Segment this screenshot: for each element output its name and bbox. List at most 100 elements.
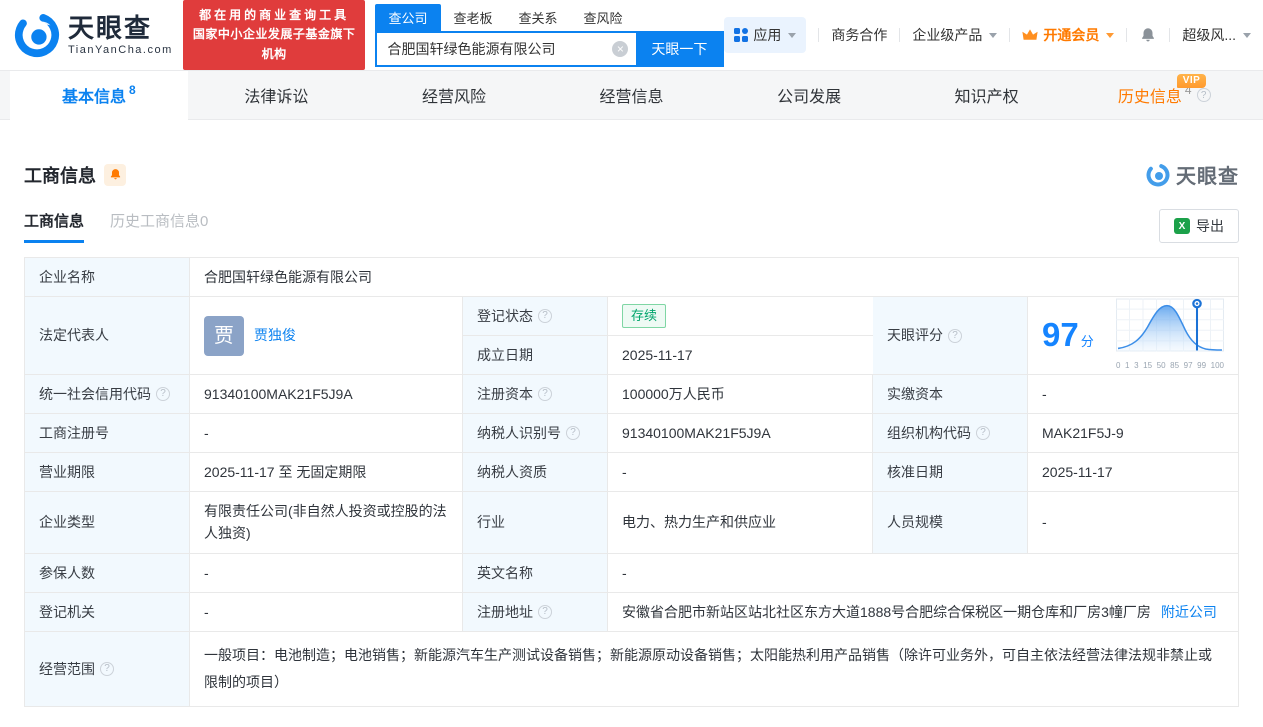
- help-icon[interactable]: [538, 309, 552, 323]
- tab-legal-proceedings[interactable]: 法律诉讼: [188, 71, 366, 120]
- nav-enterprise-products[interactable]: 企业级产品: [912, 25, 997, 45]
- field-label-company-name: 企业名称: [25, 258, 190, 297]
- field-value-company-name: 合肥国轩绿色能源有限公司: [190, 258, 1238, 297]
- nav-super-risk-label: 超级风...: [1182, 25, 1236, 45]
- nav-super-risk[interactable]: 超级风...: [1182, 25, 1251, 45]
- tianyancha-logo-icon: [14, 12, 60, 58]
- subtab-business-info[interactable]: 工商信息: [24, 210, 84, 243]
- search-tabs: 查公司 查老板 查关系 查风险: [375, 4, 724, 31]
- tab-basic-info[interactable]: 基本信息 8: [10, 71, 188, 120]
- help-icon[interactable]: [566, 426, 580, 440]
- table-row: 工商注册号 - 纳税人识别号 91340100MAK21F5J9A 组织机构代码…: [25, 414, 1238, 453]
- table-subrow: 登记状态 存续: [463, 297, 873, 336]
- field-label-industry: 行业: [463, 492, 608, 554]
- company-section-tabs: 基本信息 8 法律诉讼 经营风险 经营信息 公司发展 知识产权 VIP 历史信息…: [0, 70, 1263, 120]
- table-row: 登记机关 - 注册地址 安徽省合肥市新站区站北社区东方大道1888号合肥综合保税…: [25, 593, 1238, 632]
- search-tab-company[interactable]: 查公司: [375, 4, 440, 31]
- avatar[interactable]: 贾: [204, 316, 244, 356]
- tianyancha-logo[interactable]: 天眼查 TianYanCha.com: [14, 12, 173, 58]
- subscribe-bell-icon[interactable]: [104, 164, 126, 186]
- field-label-insured-count: 参保人数: [25, 554, 190, 593]
- tab-operating-risk[interactable]: 经营风险: [365, 71, 543, 120]
- field-label-registration-number: 工商注册号: [25, 414, 190, 453]
- field-value-insured-count: -: [190, 554, 463, 593]
- field-value-legal-representative: 贾 贾独俊: [190, 297, 463, 375]
- search-area: 查公司 查老板 查关系 查风险 天眼一下: [375, 4, 724, 67]
- table-row: 企业名称 合肥国轩绿色能源有限公司: [25, 258, 1238, 297]
- field-value-taxpayer-id: 91340100MAK21F5J9A: [608, 414, 873, 453]
- notification-bell-icon[interactable]: [1139, 26, 1157, 44]
- nav-enterprise-label: 企业级产品: [912, 25, 982, 45]
- field-value-organization-code: MAK21F5J-9: [1028, 414, 1238, 453]
- search-tab-relation[interactable]: 查关系: [506, 4, 571, 31]
- nav-vip-label: 开通会员: [1043, 25, 1099, 45]
- field-value-company-type: 有限责任公司(非自然人投资或控股的法人独资): [190, 492, 463, 554]
- nav-business-cooperation[interactable]: 商务合作: [831, 25, 887, 45]
- table-row: 营业期限 2025-11-17 至 无固定期限 纳税人资质 - 核准日期 202…: [25, 453, 1238, 492]
- chevron-down-icon: [989, 33, 997, 38]
- field-label-registered-capital: 注册资本: [463, 375, 608, 414]
- table-row: 参保人数 - 英文名称 -: [25, 554, 1238, 593]
- field-value-staff-size: -: [1028, 492, 1238, 554]
- tab-operating-info[interactable]: 经营信息: [543, 71, 721, 120]
- help-icon[interactable]: [538, 605, 552, 619]
- nav-open-vip[interactable]: 开通会员: [1022, 25, 1114, 45]
- help-icon[interactable]: [156, 387, 170, 401]
- field-value-business-term: 2025-11-17 至 无固定期限: [190, 453, 463, 492]
- field-label-english-name: 英文名称: [463, 554, 608, 593]
- tab-label: 知识产权: [955, 83, 1019, 107]
- help-icon[interactable]: [1197, 88, 1211, 102]
- field-value-registered-address: 安徽省合肥市新站区站北社区东方大道1888号合肥综合保税区一期仓库和厂房3幢厂房…: [608, 593, 1238, 632]
- search-tab-risk[interactable]: 查风险: [571, 4, 636, 31]
- nav-apps-label: 应用: [753, 25, 781, 45]
- tab-intellectual-property[interactable]: 知识产权: [898, 71, 1076, 120]
- table-subrow: 成立日期 2025-11-17: [463, 336, 873, 375]
- search-tab-boss[interactable]: 查老板: [441, 4, 506, 31]
- tab-label: 基本信息: [62, 83, 126, 107]
- search-input[interactable]: [377, 33, 612, 65]
- help-icon[interactable]: [948, 329, 962, 343]
- help-icon[interactable]: [100, 662, 114, 676]
- search-button[interactable]: 天眼一下: [636, 33, 722, 65]
- help-icon[interactable]: [976, 426, 990, 440]
- field-label-registration-authority: 登记机关: [25, 593, 190, 632]
- field-label-taxpayer-qualification: 纳税人资质: [463, 453, 608, 492]
- field-value-tianyan-score: 97分: [1028, 297, 1238, 375]
- watermark-logo-icon: [1146, 163, 1170, 187]
- tab-label: 经营风险: [422, 83, 486, 107]
- status-badge: 存续: [622, 304, 666, 328]
- field-value-establishment-date: 2025-11-17: [608, 336, 873, 375]
- brand-slogan-banner: 都在用的商业查询工具 国家中小企业发展子基金旗下机构: [183, 0, 366, 70]
- tab-label: 经营信息: [600, 83, 664, 107]
- clear-search-icon[interactable]: [612, 41, 628, 57]
- tab-label: 历史信息: [1118, 83, 1182, 107]
- field-label-staff-size: 人员规模: [873, 492, 1028, 554]
- field-value-registration-status: 存续: [608, 297, 873, 336]
- nav-business-label: 商务合作: [831, 25, 887, 45]
- field-value-registration-number: -: [190, 414, 463, 453]
- nearby-companies-link[interactable]: 附近公司: [1161, 601, 1217, 623]
- export-button[interactable]: 导出: [1159, 209, 1239, 243]
- status-date-column: 登记状态 存续 成立日期 2025-11-17: [463, 297, 873, 375]
- table-row: 经营范围 一般项目：电池制造；电池销售；新能源汽车生产测试设备销售；新能源原动设…: [25, 632, 1238, 708]
- field-label-paid-capital: 实缴资本: [873, 375, 1028, 414]
- field-value-credit-code: 91340100MAK21F5J9A: [190, 375, 463, 414]
- field-label-company-type: 企业类型: [25, 492, 190, 554]
- top-nav: 应用 商务合作 企业级产品 开通会员: [724, 17, 1251, 53]
- table-row: 统一社会信用代码 91340100MAK21F5J9A 注册资本 100000万…: [25, 375, 1238, 414]
- legal-representative-link[interactable]: 贾独俊: [254, 324, 296, 346]
- divider: [818, 28, 819, 42]
- chevron-down-icon: [788, 33, 796, 38]
- field-label-business-term: 营业期限: [25, 453, 190, 492]
- subtab-history-business-info[interactable]: 历史工商信息0: [110, 210, 208, 243]
- tab-history-info[interactable]: VIP 历史信息 4: [1075, 71, 1253, 120]
- tab-count: 8: [129, 83, 136, 97]
- subtab-label: 历史工商信息: [110, 213, 200, 230]
- chart-x-ticks: 0131550859799100: [1116, 360, 1224, 373]
- tab-company-development[interactable]: 公司发展: [720, 71, 898, 120]
- field-label-approval-date: 核准日期: [873, 453, 1028, 492]
- slogan-line1: 都在用的商业查询工具: [193, 6, 356, 25]
- tianyancha-watermark: 天眼查: [1146, 160, 1239, 189]
- help-icon[interactable]: [538, 387, 552, 401]
- nav-apps[interactable]: 应用: [724, 17, 806, 53]
